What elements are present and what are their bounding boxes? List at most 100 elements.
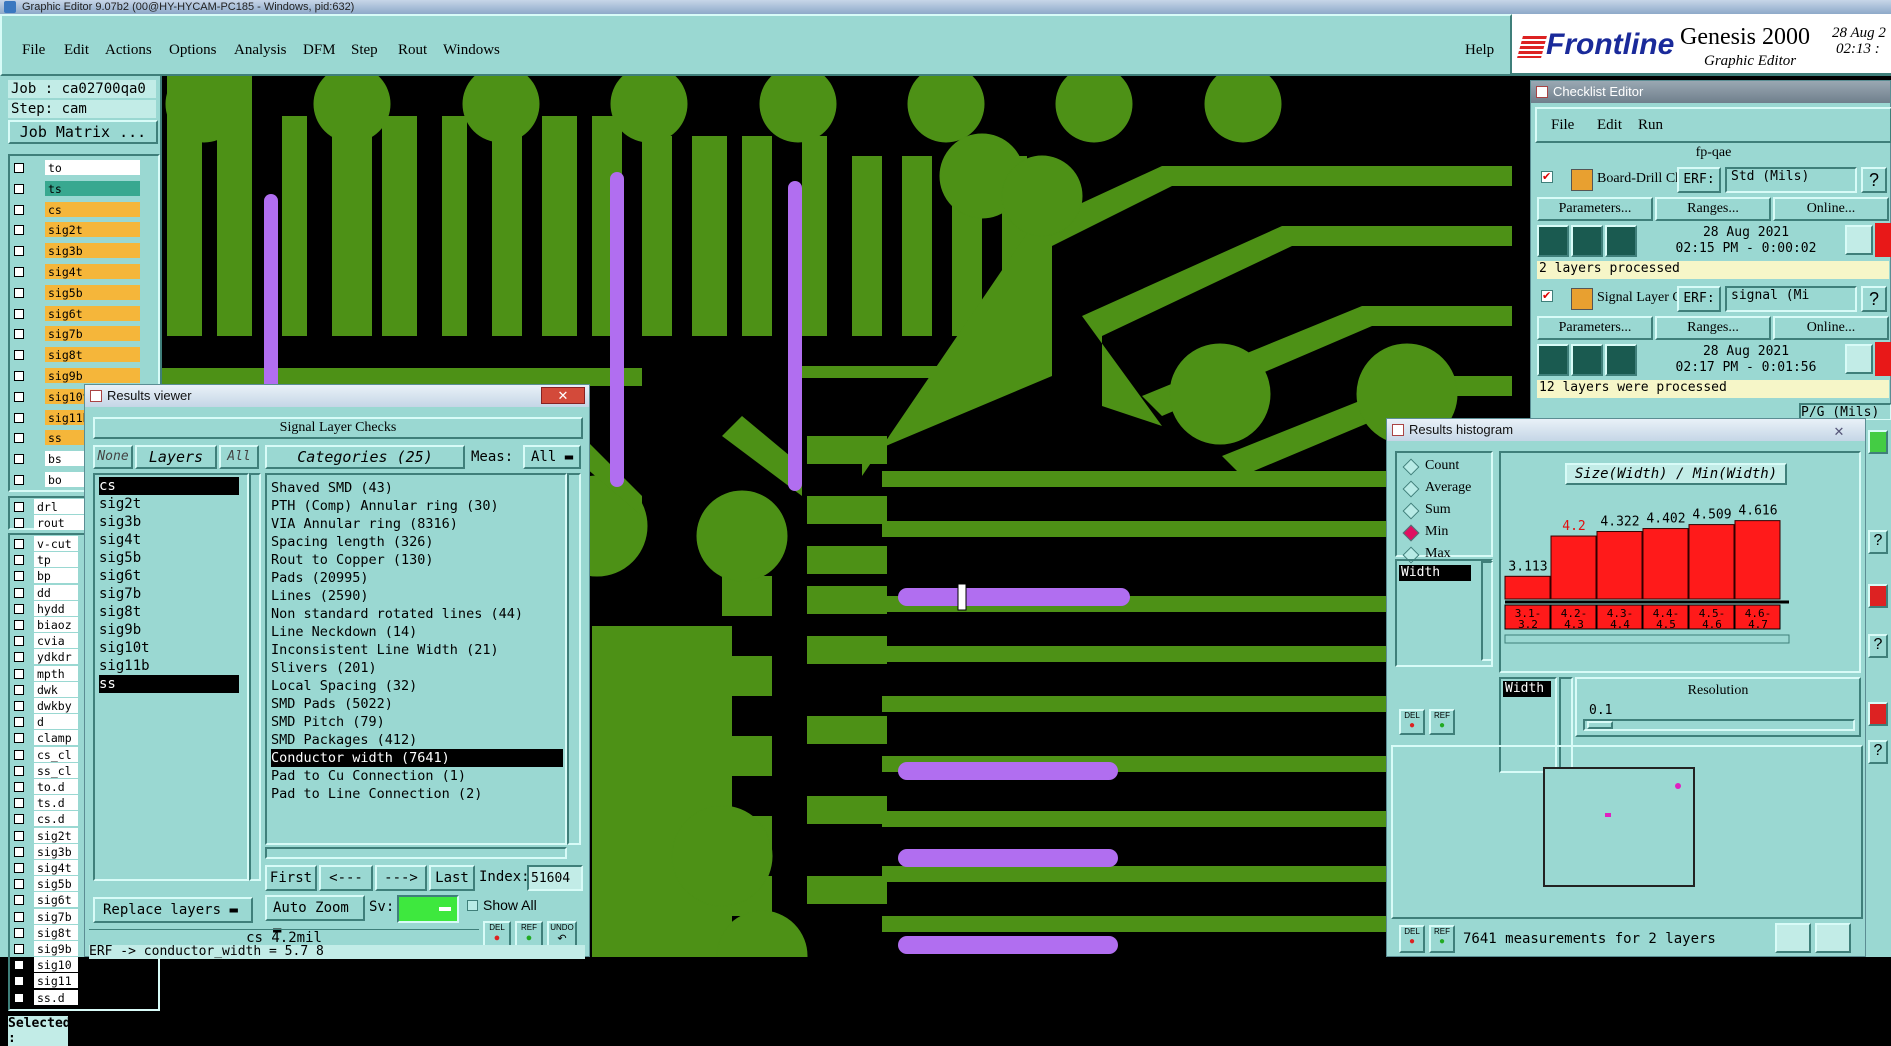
menu-actions[interactable]: Actions: [105, 42, 152, 59]
category-item[interactable]: Line Neckdown (14): [271, 623, 563, 641]
category-item[interactable]: PTH (Comp) Annular ring (30): [271, 497, 563, 515]
layer-row[interactable]: sig7b: [12, 326, 140, 342]
layer-row[interactable]: sig4t: [12, 264, 140, 280]
resolution-slider-thumb[interactable]: [1587, 721, 1613, 729]
check-enabled-icon[interactable]: ✔: [1541, 290, 1553, 302]
resolution-field[interactable]: Width: [1503, 681, 1551, 697]
zoom-fit-icon[interactable]: [1775, 923, 1811, 953]
results-layer-item[interactable]: sig10t: [99, 639, 239, 657]
results-layer-item[interactable]: sig5b: [99, 549, 239, 567]
layer-checkbox[interactable]: [14, 620, 24, 630]
layer-checkbox[interactable]: [14, 701, 24, 711]
next-button[interactable]: --->: [375, 865, 427, 891]
layer-checkbox[interactable]: [14, 246, 24, 257]
layer-checkbox[interactable]: [14, 782, 24, 792]
run-action-icon[interactable]: [1571, 225, 1603, 257]
layer-checkbox[interactable]: [14, 267, 24, 277]
layer-checkbox[interactable]: [14, 749, 24, 760]
layer-checkbox[interactable]: [14, 287, 24, 298]
layer-checkbox[interactable]: [14, 603, 24, 614]
category-item[interactable]: Shaved SMD (43): [271, 479, 563, 497]
erf-field[interactable]: Std (Mils): [1725, 167, 1857, 193]
layer-checkbox[interactable]: [14, 717, 24, 728]
results-layer-item[interactable]: sig4t: [99, 531, 239, 549]
menu-step[interactable]: Step: [351, 42, 378, 59]
category-item[interactable]: Rout to Copper (130): [271, 551, 563, 569]
category-item[interactable]: SMD Pitch (79): [271, 713, 563, 731]
hist-ref-button[interactable]: REF ●: [1429, 709, 1455, 735]
category-item[interactable]: Inconsistent Line Width (21): [271, 641, 563, 659]
help-icon[interactable]: ?: [1868, 530, 1888, 554]
menu-options[interactable]: Options: [169, 42, 217, 59]
check-enabled-icon[interactable]: ✔: [1541, 171, 1553, 183]
category-item[interactable]: Pads (20995): [271, 569, 563, 587]
layer-checkbox[interactable]: [14, 183, 24, 194]
layer-checkbox[interactable]: [14, 518, 24, 528]
checklist-menu-edit[interactable]: Edit: [1597, 117, 1622, 134]
layer-row[interactable]: ss.d: [12, 989, 129, 1006]
layer-checkbox[interactable]: [14, 960, 24, 971]
run-action-icon[interactable]: [1537, 225, 1569, 257]
layer-checkbox[interactable]: [14, 668, 24, 679]
layer-checkbox[interactable]: [14, 652, 24, 663]
index-input[interactable]: [527, 865, 583, 891]
auto-zoom-dropdown[interactable]: Auto Zoom ▬: [265, 895, 365, 938]
aggregate-option[interactable]: Count: [1397, 457, 1491, 477]
categories-hscrollbar[interactable]: [265, 847, 567, 859]
all-button[interactable]: All: [219, 445, 259, 469]
category-item[interactable]: Pad to Line Connection (2): [271, 785, 563, 803]
category-item[interactable]: Local Spacing (32): [271, 677, 563, 695]
field-list-scrollbar[interactable]: [1481, 561, 1493, 661]
category-item[interactable]: SMD Packages (412): [271, 731, 563, 749]
zoom-window-icon[interactable]: [1815, 923, 1851, 953]
layer-checkbox[interactable]: [14, 927, 24, 938]
layer-checkbox[interactable]: [14, 846, 24, 857]
close-icon[interactable]: ✕: [1821, 421, 1857, 439]
first-button[interactable]: First: [265, 865, 317, 891]
layer-list-scrollbar[interactable]: [249, 473, 261, 881]
layer-checkbox[interactable]: [14, 308, 24, 319]
layer-row[interactable]: sig2t: [12, 222, 140, 238]
run-action-icon[interactable]: [1537, 344, 1569, 376]
none-button[interactable]: None: [93, 445, 133, 469]
zoom-icon[interactable]: [1845, 225, 1873, 255]
layer-checkbox[interactable]: [14, 502, 24, 512]
results-layer-item[interactable]: sig11b: [99, 657, 239, 675]
menu-windows[interactable]: Windows: [443, 42, 500, 59]
hist-del-button[interactable]: DEL ●: [1399, 709, 1425, 735]
layer-checkbox[interactable]: [14, 391, 24, 402]
layer-checkbox[interactable]: [14, 412, 24, 423]
parameters-button[interactable]: Parameters...: [1537, 197, 1653, 221]
ranges-button[interactable]: Ranges...: [1655, 197, 1771, 221]
layer-checkbox[interactable]: [14, 944, 24, 954]
prev-button[interactable]: <---: [319, 865, 373, 891]
results-layer-item[interactable]: ss: [99, 675, 239, 693]
layer-checkbox[interactable]: [14, 371, 24, 381]
results-layer-item[interactable]: sig8t: [99, 603, 239, 621]
layer-checkbox[interactable]: [14, 879, 24, 890]
help-icon[interactable]: ?: [1861, 167, 1887, 193]
layer-checkbox[interactable]: [14, 636, 24, 647]
layer-row[interactable]: sig6t: [12, 305, 140, 322]
layer-checkbox[interactable]: [14, 587, 24, 598]
layer-checkbox[interactable]: [14, 350, 24, 361]
results-layer-item[interactable]: sig9b: [99, 621, 239, 639]
menu-help[interactable]: Help: [1465, 42, 1494, 59]
checklist-menu-file[interactable]: File: [1551, 117, 1574, 134]
layer-checkbox[interactable]: [14, 163, 24, 173]
replace-layers-dropdown[interactable]: Replace layers ▬: [93, 897, 253, 923]
help-icon[interactable]: ?: [1861, 286, 1887, 312]
layer-checkbox[interactable]: [14, 684, 24, 695]
category-item[interactable]: Lines (2590): [271, 587, 563, 605]
layer-checkbox[interactable]: [14, 433, 24, 444]
layer-checkbox[interactable]: [14, 814, 24, 825]
layer-row[interactable]: sig3b: [12, 243, 140, 259]
category-item[interactable]: SMD Pads (5022): [271, 695, 563, 713]
layer-row[interactable]: sig11: [12, 973, 129, 989]
ranges-button[interactable]: Ranges...: [1655, 316, 1771, 340]
radio-diamond-icon[interactable]: [1402, 480, 1420, 498]
layer-checkbox[interactable]: [14, 204, 24, 215]
layer-checkbox[interactable]: [14, 830, 24, 841]
category-item[interactable]: Pad to Cu Connection (1): [271, 767, 563, 785]
layer-checkbox[interactable]: [14, 225, 24, 236]
